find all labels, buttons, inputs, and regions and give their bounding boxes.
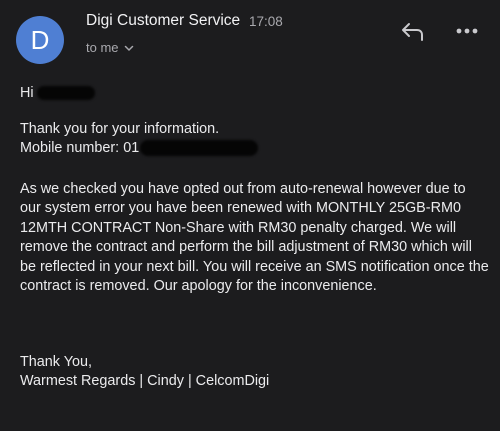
- greeting-text: Hi: [20, 85, 34, 101]
- reply-button[interactable]: [398, 19, 428, 45]
- message-paragraph: As we checked you have opted out from au…: [20, 181, 489, 295]
- more-options-button[interactable]: [452, 20, 482, 42]
- thanks-line: Thank you for your information.: [20, 121, 220, 137]
- mobile-number-line: Mobile number: 01: [20, 139, 259, 158]
- recipient-label: to me: [86, 40, 119, 55]
- greeting-line: Hi: [20, 84, 95, 103]
- email-header: D Digi Customer Service 17:08 to me: [0, 0, 500, 70]
- redacted-mobile-number: [140, 140, 259, 157]
- sender-avatar[interactable]: D: [16, 16, 64, 64]
- signoff-block: Thank You, Warmest Regards | Cindy | Cel…: [20, 353, 490, 392]
- recipient-toggle[interactable]: to me: [86, 40, 135, 55]
- email-time: 17:08: [249, 14, 283, 29]
- sender-name[interactable]: Digi Customer Service: [86, 12, 240, 30]
- signature-line: Warmest Regards | Cindy | CelcomDigi: [20, 373, 270, 390]
- more-options-icon: [456, 28, 478, 34]
- mobile-number-prefix: 01: [123, 140, 140, 156]
- chevron-down-icon: [124, 45, 133, 51]
- reply-arrow-icon: [402, 23, 423, 41]
- redacted-name: [36, 86, 95, 101]
- mobile-number-label: Mobile number:: [20, 140, 120, 156]
- closing-line: Thank You,: [20, 354, 93, 370]
